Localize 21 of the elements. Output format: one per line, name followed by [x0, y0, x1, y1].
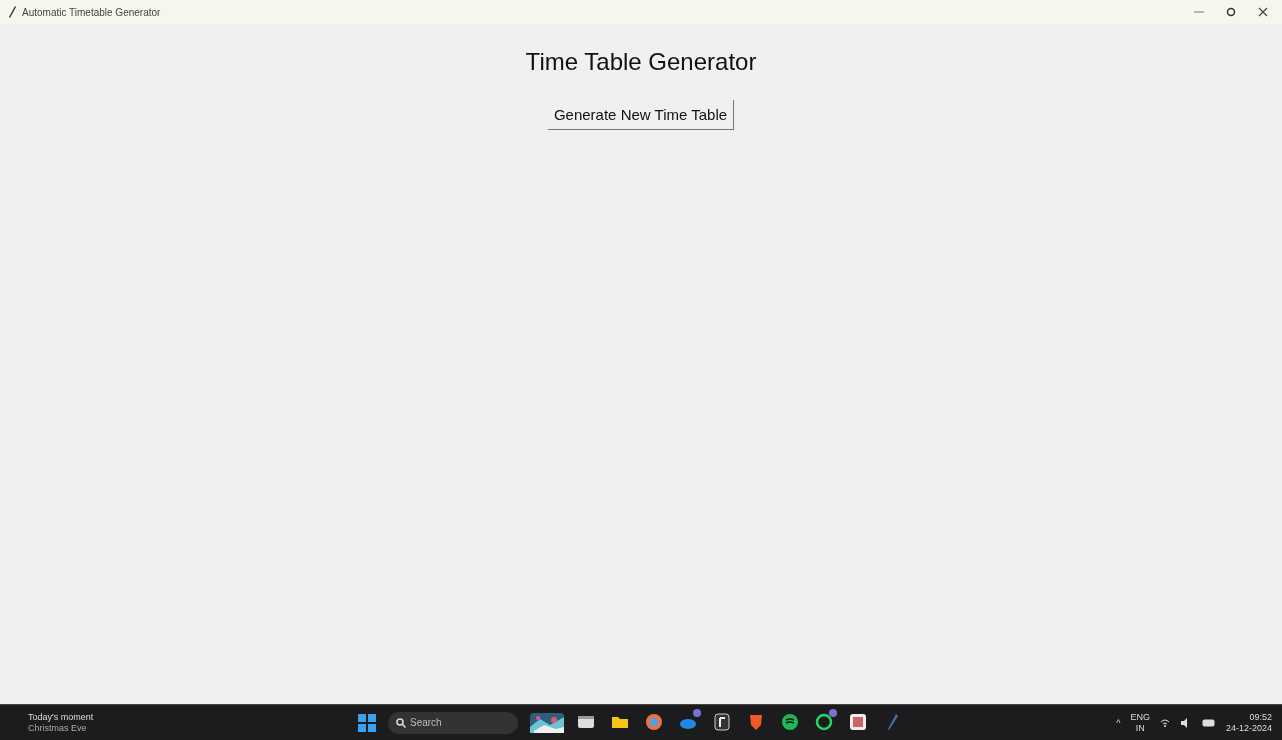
window-title: Automatic Timetable Generator — [22, 6, 162, 18]
grid-icon[interactable] — [848, 711, 868, 732]
wifi-icon[interactable] — [1159, 717, 1170, 728]
swirl-icon[interactable] — [644, 711, 664, 732]
search-icon — [396, 717, 406, 728]
start-icon[interactable] — [358, 713, 376, 732]
feather-icon — [8, 6, 16, 18]
search-field[interactable]: Search — [388, 711, 518, 734]
close-icon[interactable] — [1258, 7, 1268, 17]
widget-subtitle[interactable]: Christmas Eve — [28, 722, 358, 734]
generate-button[interactable]: Generate New Time Table — [547, 100, 735, 130]
app-heading: Time Table Generator — [525, 48, 757, 76]
battery-icon[interactable] — [1201, 718, 1216, 727]
notes-icon[interactable] — [712, 711, 732, 732]
music-icon[interactable] — [780, 711, 800, 732]
clock[interactable]: 09:52 24-12-2024 — [1225, 711, 1272, 734]
overflow-icon[interactable]: ^ — [1116, 717, 1121, 728]
chat-icon[interactable] — [814, 711, 834, 732]
restore-icon[interactable] — [1226, 7, 1236, 17]
widget-title[interactable]: Today's moment — [28, 711, 358, 723]
language-indicator[interactable]: ENG IN — [1130, 711, 1150, 734]
